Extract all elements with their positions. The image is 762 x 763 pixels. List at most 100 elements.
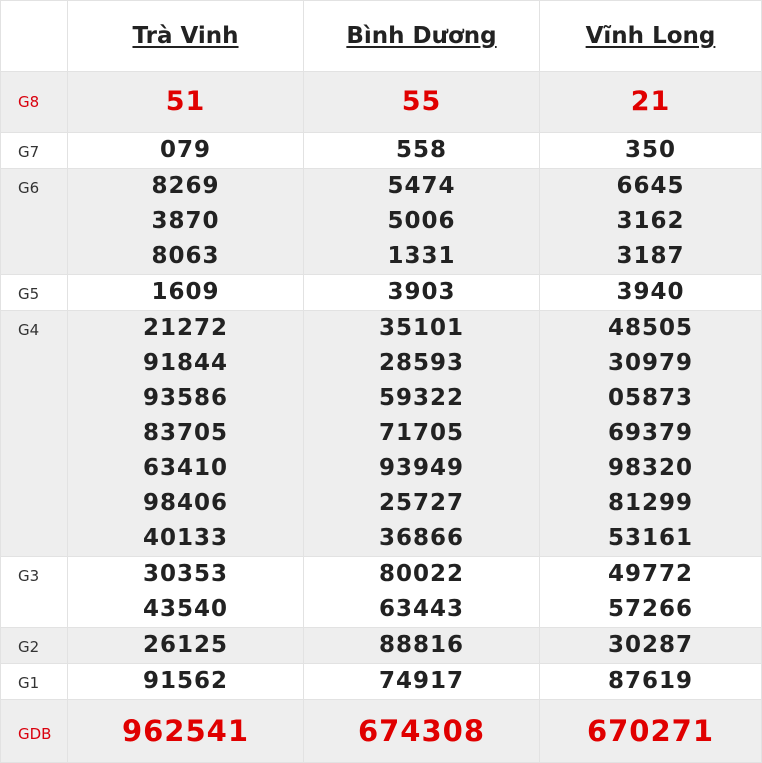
prize-cell: 21 (539, 71, 762, 133)
province-header[interactable]: Trà Vinh (67, 0, 304, 72)
prize-cell: 21272 91844 93586 83705 63410 98406 40133 (67, 310, 304, 557)
prize-cell: 674308 (303, 699, 540, 763)
prize-cell: 87619 (539, 663, 762, 700)
prize-number: 98406 (142, 490, 229, 516)
prize-row-g7: G7 079 558 350 (0, 132, 762, 169)
lottery-results-table: Trà Vinh Bình Dương Vĩnh Long G8 51 55 21 G7… (0, 0, 762, 763)
prize-number: 36866 (378, 525, 465, 551)
prize-row-gdb: GDB 962541 674308 670271 (0, 699, 762, 763)
prize-number: 674308 (357, 714, 486, 748)
prize-cell: 670271 (539, 699, 762, 763)
province-name-link[interactable]: Bình Dương (346, 23, 496, 49)
prize-cell: 55 (303, 71, 540, 133)
prize-row-g3: G3 30353 43540 80022 63443 49772 57266 (0, 556, 762, 628)
prize-number: 48505 (607, 315, 694, 341)
prize-number: 6645 (616, 173, 685, 199)
prize-cell: 30353 43540 (67, 556, 304, 628)
prize-cell: 48505 30979 05873 69379 98320 81299 53161 (539, 310, 762, 557)
prize-number: 079 (159, 137, 211, 163)
prize-number: 74917 (378, 668, 465, 694)
prize-cell: 35101 28593 59322 71705 93949 25727 36866 (303, 310, 540, 557)
prize-cell: 30287 (539, 627, 762, 664)
province-name-link[interactable]: Vĩnh Long (586, 23, 716, 49)
prize-number: 91844 (142, 350, 229, 376)
prize-number: 670271 (586, 714, 715, 748)
prize-number: 21272 (142, 315, 229, 341)
prize-label: G7 (0, 132, 68, 169)
prize-label: G3 (0, 556, 68, 628)
prize-number: 8269 (151, 173, 220, 199)
prize-cell: 88816 (303, 627, 540, 664)
prize-number: 30353 (142, 561, 229, 587)
prize-row-g8: G8 51 55 21 (0, 71, 762, 133)
prize-cell: 350 (539, 132, 762, 169)
province-header[interactable]: Vĩnh Long (539, 0, 762, 72)
prize-cell: 962541 (67, 699, 304, 763)
prize-cell: 8269 3870 8063 (67, 168, 304, 275)
prize-number: 05873 (607, 385, 694, 411)
prize-number: 40133 (142, 525, 229, 551)
prize-cell: 80022 63443 (303, 556, 540, 628)
prize-number: 83705 (142, 420, 229, 446)
prize-number: 3940 (616, 279, 685, 305)
prize-cell: 558 (303, 132, 540, 169)
prize-row-g5: G5 1609 3903 3940 (0, 274, 762, 311)
prize-cell: 3903 (303, 274, 540, 311)
prize-number: 51 (165, 86, 206, 117)
prize-label: G2 (0, 627, 68, 664)
corner-cell (0, 0, 68, 72)
prize-number: 30979 (607, 350, 694, 376)
prize-cell: 74917 (303, 663, 540, 700)
prize-number: 1609 (151, 279, 220, 305)
prize-number: 26125 (142, 632, 229, 658)
prize-number: 3870 (151, 208, 220, 234)
prize-number: 30287 (607, 632, 694, 658)
prize-cell: 51 (67, 71, 304, 133)
prize-number: 5006 (387, 208, 456, 234)
prize-number: 69379 (607, 420, 694, 446)
prize-cell: 1609 (67, 274, 304, 311)
prize-number: 93949 (378, 455, 465, 481)
prize-cell: 6645 3162 3187 (539, 168, 762, 275)
prize-number: 25727 (378, 490, 465, 516)
prize-number: 87619 (607, 668, 694, 694)
prize-number: 3187 (616, 243, 685, 269)
prize-label: G4 (0, 310, 68, 557)
prize-row-g6: G6 8269 3870 8063 5474 5006 1331 6645 3162 3187 (0, 168, 762, 275)
prize-number: 5474 (387, 173, 456, 199)
prize-number: 49772 (607, 561, 694, 587)
prize-label: GDB (0, 699, 68, 763)
prize-label: G6 (0, 168, 68, 275)
prize-number: 962541 (121, 714, 250, 748)
prize-number: 63443 (378, 596, 465, 622)
prize-label: G5 (0, 274, 68, 311)
prize-number: 63410 (142, 455, 229, 481)
prize-cell: 91562 (67, 663, 304, 700)
province-name-link[interactable]: Trà Vinh (132, 23, 238, 49)
prize-number: 21 (630, 86, 671, 117)
prize-number: 43540 (142, 596, 229, 622)
prize-cell: 3940 (539, 274, 762, 311)
prize-number: 88816 (378, 632, 465, 658)
prize-cell: 5474 5006 1331 (303, 168, 540, 275)
prize-row-g1: G1 91562 74917 87619 (0, 663, 762, 700)
prize-number: 3162 (616, 208, 685, 234)
prize-label: G1 (0, 663, 68, 700)
prize-label: G8 (0, 71, 68, 133)
prize-number: 91562 (142, 668, 229, 694)
prize-row-g2: G2 26125 88816 30287 (0, 627, 762, 664)
prize-number: 71705 (378, 420, 465, 446)
prize-row-g4: G4 21272 91844 93586 83705 63410 98406 40133 351… (0, 310, 762, 557)
prize-number: 57266 (607, 596, 694, 622)
prize-number: 3903 (387, 279, 456, 305)
prize-number: 350 (624, 137, 676, 163)
province-header[interactable]: Bình Dương (303, 0, 540, 72)
prize-number: 8063 (151, 243, 220, 269)
prize-number: 81299 (607, 490, 694, 516)
prize-number: 55 (401, 86, 442, 117)
prize-number: 1331 (387, 243, 456, 269)
prize-number: 28593 (378, 350, 465, 376)
prize-cell: 079 (67, 132, 304, 169)
province-header-row: Trà Vinh Bình Dương Vĩnh Long (0, 0, 762, 72)
prize-number: 59322 (378, 385, 465, 411)
